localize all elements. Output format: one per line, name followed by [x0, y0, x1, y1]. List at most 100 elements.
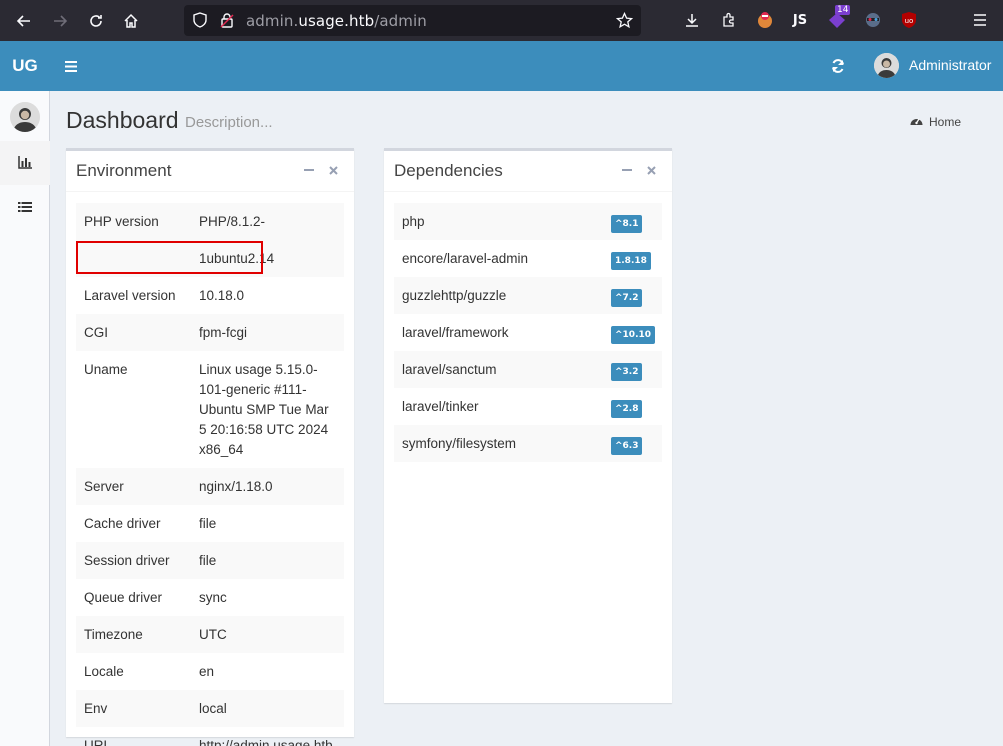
- list-item: php ^8.1: [394, 203, 662, 240]
- env-key: Laravel version: [84, 288, 176, 303]
- menu-icon[interactable]: [970, 10, 990, 30]
- table-row: Timezone UTC: [76, 616, 344, 653]
- table-row: Server nginx/1.18.0: [76, 468, 344, 505]
- env-value: nginx/1.18.0: [191, 468, 344, 505]
- table-row: Session driver file: [76, 542, 344, 579]
- dependency-name: encore/laravel-admin: [402, 251, 529, 266]
- env-value: Linux usage 5.15.0-101-generic #111-Ubun…: [199, 362, 329, 457]
- env-value: 10.18.0: [199, 288, 245, 303]
- table-row: Locale en: [76, 653, 344, 690]
- sidebar-avatar: [10, 102, 40, 132]
- dependencies-box: Dependencies php ^8.1 encore/laravel-adm…: [384, 148, 672, 703]
- environment-table: PHP version PHP/8.1.2-1ubuntu2.14 Laravel…: [76, 203, 344, 746]
- dependency-name: laravel/framework: [402, 325, 509, 340]
- user-name[interactable]: Administrator: [909, 57, 991, 73]
- page-title: Dashboard: [66, 107, 179, 133]
- version-badge: ^2.8: [611, 400, 643, 418]
- collapse-icon[interactable]: [619, 162, 635, 178]
- env-key: Cache driver: [84, 516, 161, 531]
- bookmark-star-icon[interactable]: [615, 11, 634, 33]
- sidebar-item-list[interactable]: [0, 185, 50, 229]
- env-key: Env: [76, 690, 191, 727]
- list-item: laravel/tinker ^2.8: [394, 388, 662, 425]
- js-extension-icon[interactable]: JS: [790, 10, 810, 30]
- version-badge: 1.8.18: [611, 252, 651, 270]
- env-key: Uname: [84, 362, 128, 377]
- env-key: CGI: [76, 314, 191, 351]
- shield-icon[interactable]: [192, 12, 208, 32]
- refresh-icon[interactable]: [826, 55, 850, 77]
- table-row: Laravel version 10.18.0: [76, 277, 344, 314]
- app-logo[interactable]: UG: [0, 41, 50, 91]
- environment-title: Environment: [76, 161, 172, 180]
- breadcrumb-home[interactable]: Home: [929, 115, 961, 129]
- list-item: laravel/sanctum ^3.2: [394, 351, 662, 388]
- forward-icon[interactable]: [47, 8, 73, 34]
- list-item: guzzlehttp/guzzle ^7.2: [394, 277, 662, 314]
- version-badge: ^10.10: [611, 326, 656, 344]
- env-key: Queue driver: [84, 590, 163, 605]
- table-row: Cache driver file: [76, 505, 344, 542]
- env-value: local: [191, 690, 344, 727]
- table-row: URL http://admin.usage.htb: [76, 727, 344, 746]
- table-row: Uname Linux usage 5.15.0-101-generic #111…: [76, 351, 344, 468]
- list-item: laravel/framework ^10.10: [394, 314, 662, 351]
- env-key: URL: [84, 738, 112, 746]
- env-value: sync: [199, 590, 227, 605]
- sidebar: [0, 91, 50, 746]
- downloads-icon[interactable]: [682, 10, 702, 30]
- env-value: file: [199, 516, 217, 531]
- version-badge: ^8.1: [611, 215, 643, 233]
- collapse-icon[interactable]: [301, 162, 317, 178]
- env-value: fpm-fcgi: [191, 314, 344, 351]
- table-row: CGI fpm-fcgi: [76, 314, 344, 351]
- bar-chart-icon: [18, 154, 32, 173]
- dependency-name: guzzlehttp/guzzle: [402, 288, 507, 303]
- reload-icon[interactable]: [83, 8, 109, 34]
- hackbar-extension-icon[interactable]: 14: [827, 5, 851, 30]
- highlight-box: [76, 241, 263, 274]
- ublock-extension-icon[interactable]: uo: [899, 10, 919, 30]
- list-item: symfony/filesystem ^6.3: [394, 425, 662, 462]
- env-key: Timezone: [76, 616, 191, 653]
- version-badge: ^6.3: [611, 437, 643, 455]
- browser-toolbar: admin.usage.htb/admin JS 14 uo: [0, 0, 1003, 41]
- user-avatar[interactable]: [874, 53, 899, 78]
- env-value: UTC: [191, 616, 344, 653]
- url-text[interactable]: admin.usage.htb/admin: [246, 12, 427, 30]
- close-icon[interactable]: [325, 162, 341, 178]
- wappalyzer-extension-icon[interactable]: [863, 10, 883, 30]
- dependency-name: symfony/filesystem: [402, 436, 517, 451]
- table-row: Queue driver sync: [76, 579, 344, 616]
- dashboard-icon: [910, 115, 923, 129]
- dependency-name: laravel/tinker: [402, 399, 479, 414]
- app-header: UG Administrator: [0, 41, 1003, 91]
- dependencies-box-header: Dependencies: [384, 151, 672, 192]
- env-value: file: [191, 542, 344, 579]
- url-bar[interactable]: admin.usage.htb/admin: [184, 5, 641, 36]
- version-badge: ^3.2: [611, 363, 643, 381]
- lock-icon[interactable]: [220, 12, 234, 32]
- home-icon[interactable]: [118, 8, 144, 34]
- table-row: Env local: [76, 690, 344, 727]
- version-badge: ^7.2: [611, 289, 643, 307]
- dependency-name: php: [402, 214, 425, 229]
- env-key: Session driver: [76, 542, 191, 579]
- svg-text:uo: uo: [905, 17, 914, 25]
- env-value: en: [199, 664, 215, 679]
- tasks-icon: [18, 198, 32, 217]
- list-item: encore/laravel-admin 1.8.18: [394, 240, 662, 277]
- dependencies-title: Dependencies: [394, 161, 503, 180]
- breadcrumb[interactable]: Home: [910, 115, 961, 129]
- back-icon[interactable]: [11, 8, 37, 34]
- cookie-extension-icon[interactable]: [755, 10, 775, 30]
- sidebar-toggle-icon[interactable]: [60, 58, 82, 74]
- sidebar-item-dashboard[interactable]: [0, 141, 50, 185]
- close-icon[interactable]: [643, 162, 659, 178]
- environment-box-header: Environment: [66, 151, 354, 192]
- environment-box: Environment PHP version PHP/8.1.2-1ubuntu…: [66, 148, 354, 746]
- page-description: Description...: [185, 114, 273, 131]
- env-key: Server: [76, 468, 191, 505]
- extensions-icon[interactable]: [719, 10, 739, 30]
- dependency-name: laravel/sanctum: [402, 362, 497, 377]
